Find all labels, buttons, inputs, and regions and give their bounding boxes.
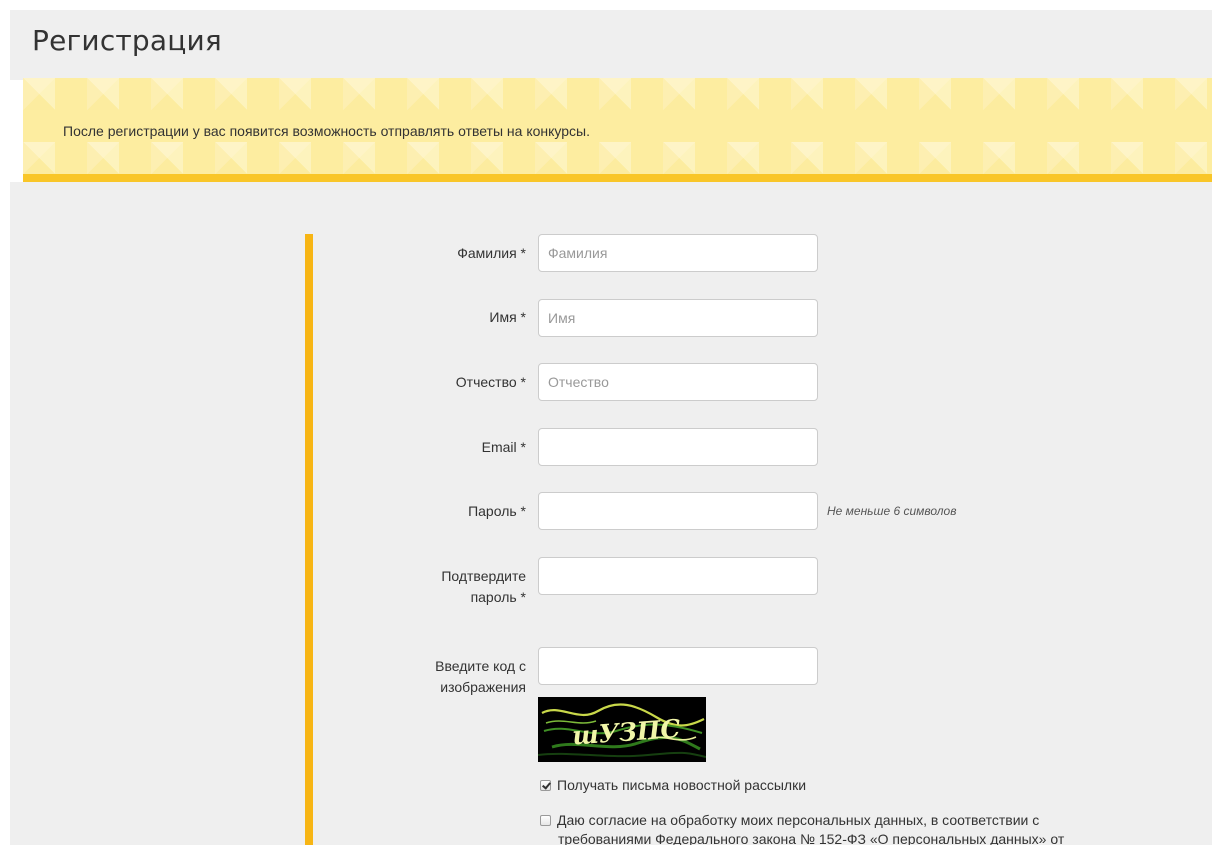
email-input[interactable] (538, 428, 818, 466)
password-confirm-label-line1: Подтвердите (441, 568, 526, 584)
last-name-label: Фамилия * (457, 245, 526, 261)
consent-option[interactable]: Даю согласие на обработку моих персональ… (540, 811, 1064, 845)
title-bar: Регистрация (10, 10, 1212, 80)
password-hint: Не меньше 6 символов (827, 504, 957, 518)
consent-text-line2: требованиями Федерального закона № 152-Ф… (558, 831, 1065, 845)
newsletter-checkbox[interactable] (540, 780, 551, 791)
first-name-input[interactable] (538, 299, 818, 337)
newsletter-label: Получать письма новостной рассылки (557, 777, 807, 793)
newsletter-option[interactable]: Получать письма новостной рассылки (540, 775, 806, 795)
password-confirm-label-line2: пароль * (470, 589, 526, 605)
captcha-input[interactable] (538, 647, 818, 685)
form-accent-line (305, 234, 313, 845)
email-label: Email * (481, 439, 526, 455)
first-name-label: Имя * (489, 309, 526, 325)
password-label: Пароль * (468, 503, 526, 519)
patronymic-input[interactable] (538, 363, 818, 401)
info-banner: После регистрации у вас появится возможн… (23, 78, 1212, 174)
consent-text-line1: Даю согласие на обработку моих персональ… (557, 812, 1040, 828)
banner-text: После регистрации у вас появится возможн… (63, 123, 590, 139)
password-input[interactable] (538, 492, 818, 530)
consent-checkbox[interactable] (540, 815, 551, 826)
banner-stripe (23, 174, 1212, 182)
last-name-input[interactable] (538, 234, 818, 272)
page-title: Регистрация (32, 24, 222, 57)
captcha-label-line1: Введите код с (435, 658, 526, 674)
captcha-image: шУЗПС (538, 697, 706, 762)
captcha-label-line2: изображения (440, 679, 526, 695)
registration-page: Регистрация После регистрации у вас появ… (0, 0, 1212, 845)
patronymic-label: Отчество * (455, 374, 526, 390)
captcha-label: Введите код с изображения (386, 656, 526, 698)
password-confirm-label: Подтвердите пароль * (386, 566, 526, 608)
password-confirm-input[interactable] (538, 557, 818, 595)
